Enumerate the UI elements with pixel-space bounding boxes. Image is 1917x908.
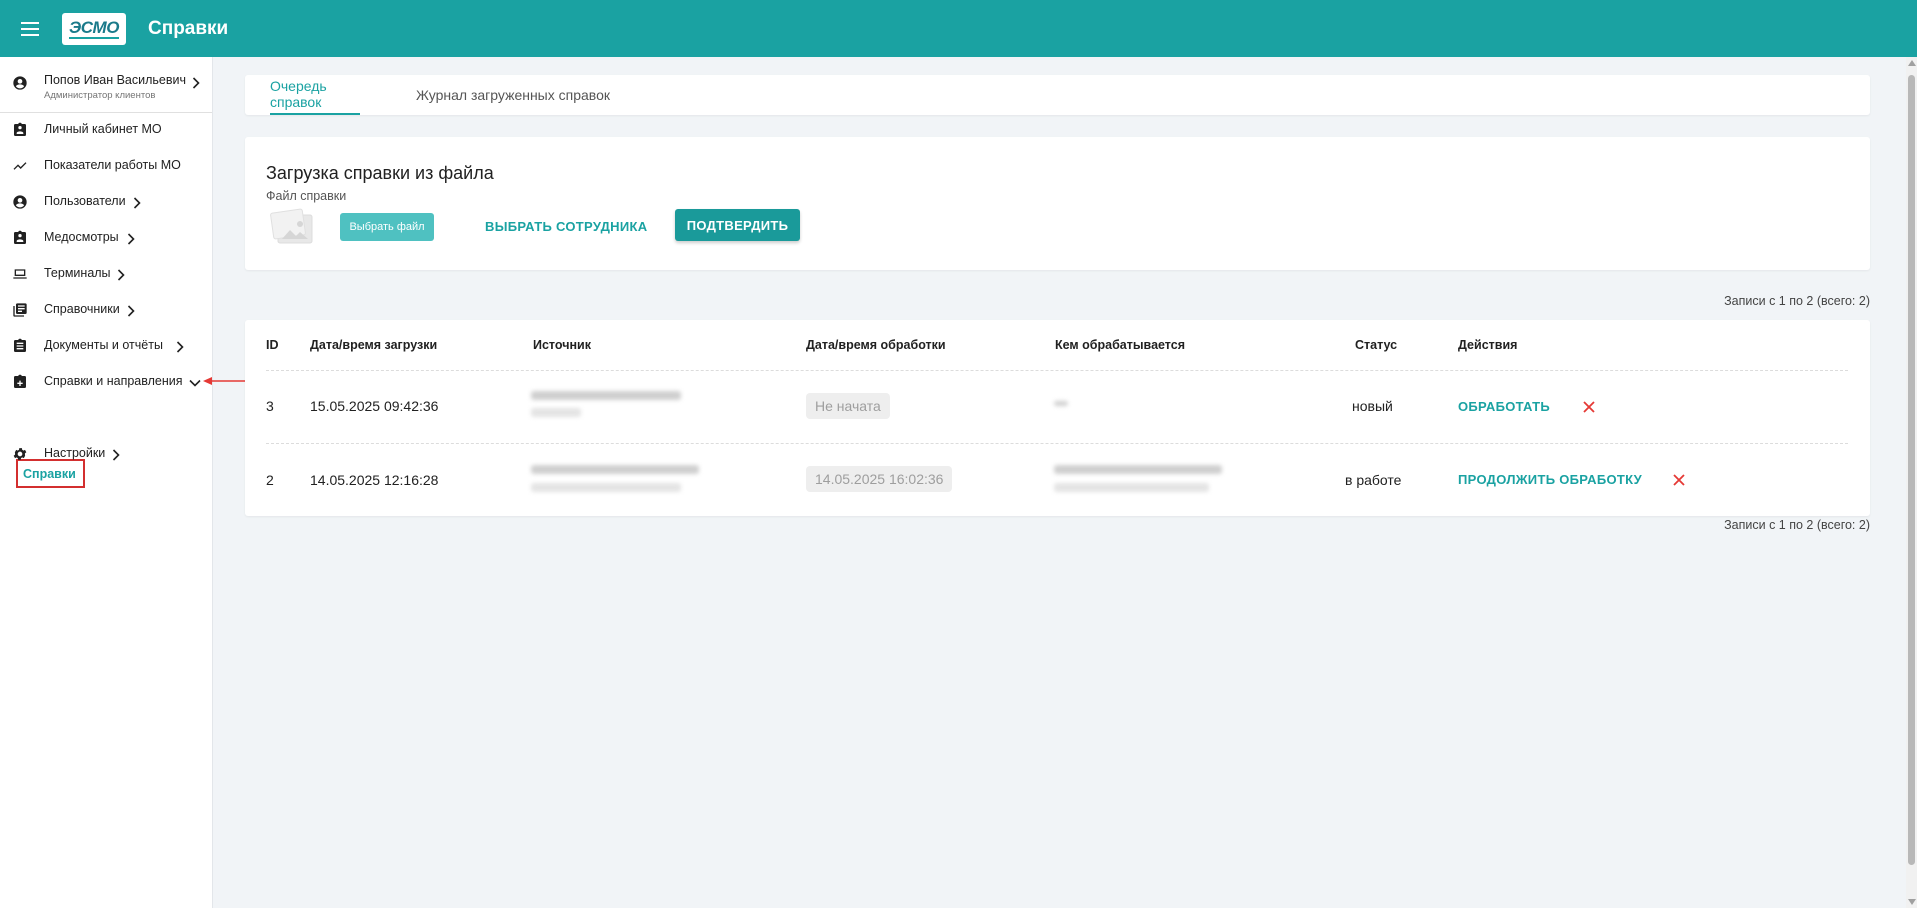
cell-id: 2 [266,472,274,488]
sidebar-item-label: Медосмотры [44,230,119,244]
user-profile[interactable]: Попов Иван Васильевич Администратор клие… [0,57,212,113]
sidebar-item-users[interactable]: Пользователи [0,186,212,216]
sidebar-item-label: Справки и направления [44,374,183,388]
image-placeholder-icon [270,208,313,244]
process-button[interactable]: ОБРАБОТАТЬ [1458,399,1550,414]
redacted-processor [1054,401,1068,406]
page-title: Справки [148,17,229,39]
cell-id: 3 [266,398,274,414]
sidebar-item-cabinet[interactable]: Личный кабинет МО [0,114,212,144]
app-header: ЭСМО Справки [0,0,1917,57]
sidebar-item-label: Документы и отчёты [44,338,163,352]
chevron-right-icon [176,341,184,353]
chevron-right-icon [127,233,135,245]
column-header: Дата/время загрузки [310,338,438,352]
menu-icon[interactable] [15,14,45,44]
laptop-icon [13,269,27,279]
close-icon[interactable] [1582,400,1596,414]
cell-processed: 14.05.2025 16:02:36 [806,466,953,492]
upload-card: Загрузка справки из файла Файл справки В… [245,137,1870,270]
app-logo[interactable]: ЭСМО [62,12,126,45]
tab-queue[interactable]: Очередь справок [270,75,360,115]
cell-uploaded: 14.05.2025 12:16:28 [310,472,439,488]
clipboard-icon [14,338,26,352]
sidebar-item-label: Терминалы [44,266,111,280]
records-count-top: Записи с 1 по 2 (всего: 2) [1724,294,1870,308]
close-icon[interactable] [1672,473,1686,487]
sidebar-item-certificates[interactable]: Справки и направления [0,366,212,396]
records-count-bottom: Записи с 1 по 2 (всего: 2) [1724,518,1870,532]
chevron-right-icon [133,197,141,209]
logo-text: ЭСМО [69,17,119,39]
column-header: ID [266,338,279,352]
cell-processed: Не начата [806,393,890,419]
file-label: Файл справки [266,189,347,203]
account-circle-icon [13,76,27,90]
sidebar-item-documents[interactable]: Документы и отчёты [0,330,212,360]
sidebar-subitem-label: Справки [23,466,76,481]
chevron-right-icon [117,269,125,281]
chevron-right-icon [127,305,135,317]
redacted-source-name [531,465,699,474]
account-circle-icon [13,195,27,209]
choose-file-button[interactable]: Выбрать файл [340,213,434,241]
sidebar-item-label: Показатели работы МО [44,158,181,172]
scroll-thumb[interactable] [1908,75,1915,865]
cell-status: в работе [1345,472,1402,488]
sidebar-item-settings[interactable]: Настройки [0,438,212,468]
sidebar: Попов Иван Васильевич Администратор клие… [0,57,213,908]
sidebar-item-checkups[interactable]: Медосмотры [0,222,212,252]
row-divider [266,443,1848,444]
gear-icon [13,448,27,460]
redacted-processor-name [1054,465,1222,474]
cell-status: новый [1352,398,1393,414]
column-header: Действия [1458,338,1518,352]
redacted-source-role [531,408,581,417]
scroll-up-icon[interactable] [1908,60,1916,66]
certificates-table: ID Дата/время загрузки Источник Дата/вре… [245,320,1870,516]
continue-processing-button[interactable]: ПРОДОЛЖИТЬ ОБРАБОТКУ [1458,472,1642,487]
redacted-processor-role [1054,483,1209,492]
vertical-scrollbar[interactable] [1906,57,1917,908]
book-list-icon [13,303,27,317]
upload-title: Загрузка справки из файла [266,163,494,183]
redacted-source-role [531,483,681,492]
sidebar-item-label: Настройки [44,446,106,460]
row-divider [266,370,1848,371]
redacted-source-name [531,391,681,400]
chevron-right-icon [192,77,200,89]
user-name: Попов Иван Васильевич [44,73,186,87]
chevron-right-icon [112,449,120,461]
chevron-down-icon [189,379,201,387]
sidebar-item-label: Личный кабинет МО [44,122,162,136]
badge-icon [14,122,26,136]
column-header: Кем обрабатывается [1055,338,1186,352]
tab-journal[interactable]: Журнал загруженных справок [416,75,610,115]
badge-icon [14,230,26,244]
tabs-bar: Очередь справок Журнал загруженных справ… [245,75,1870,115]
scroll-down-icon[interactable] [1908,899,1916,905]
confirm-button[interactable]: ПОДТВЕРДИТЬ [675,209,800,241]
medical-clipboard-icon [14,374,26,388]
sidebar-item-stats[interactable]: Показатели работы МО [0,150,212,180]
column-header: Дата/время обработки [806,338,946,352]
sidebar-item-label: Пользователи [44,194,126,208]
user-role: Администратор клиентов [44,90,156,101]
sidebar-item-terminals[interactable]: Терминалы [0,258,212,288]
choose-employee-button[interactable]: ВЫБРАТЬ СОТРУДНИКА [485,211,647,241]
sidebar-item-dictionaries[interactable]: Справочники [0,294,212,324]
cell-uploaded: 15.05.2025 09:42:36 [310,398,439,414]
column-header: Статус [1355,338,1398,352]
sidebar-item-label: Справочники [44,302,120,316]
column-header: Источник [533,338,591,352]
trend-chart-icon [13,162,27,170]
